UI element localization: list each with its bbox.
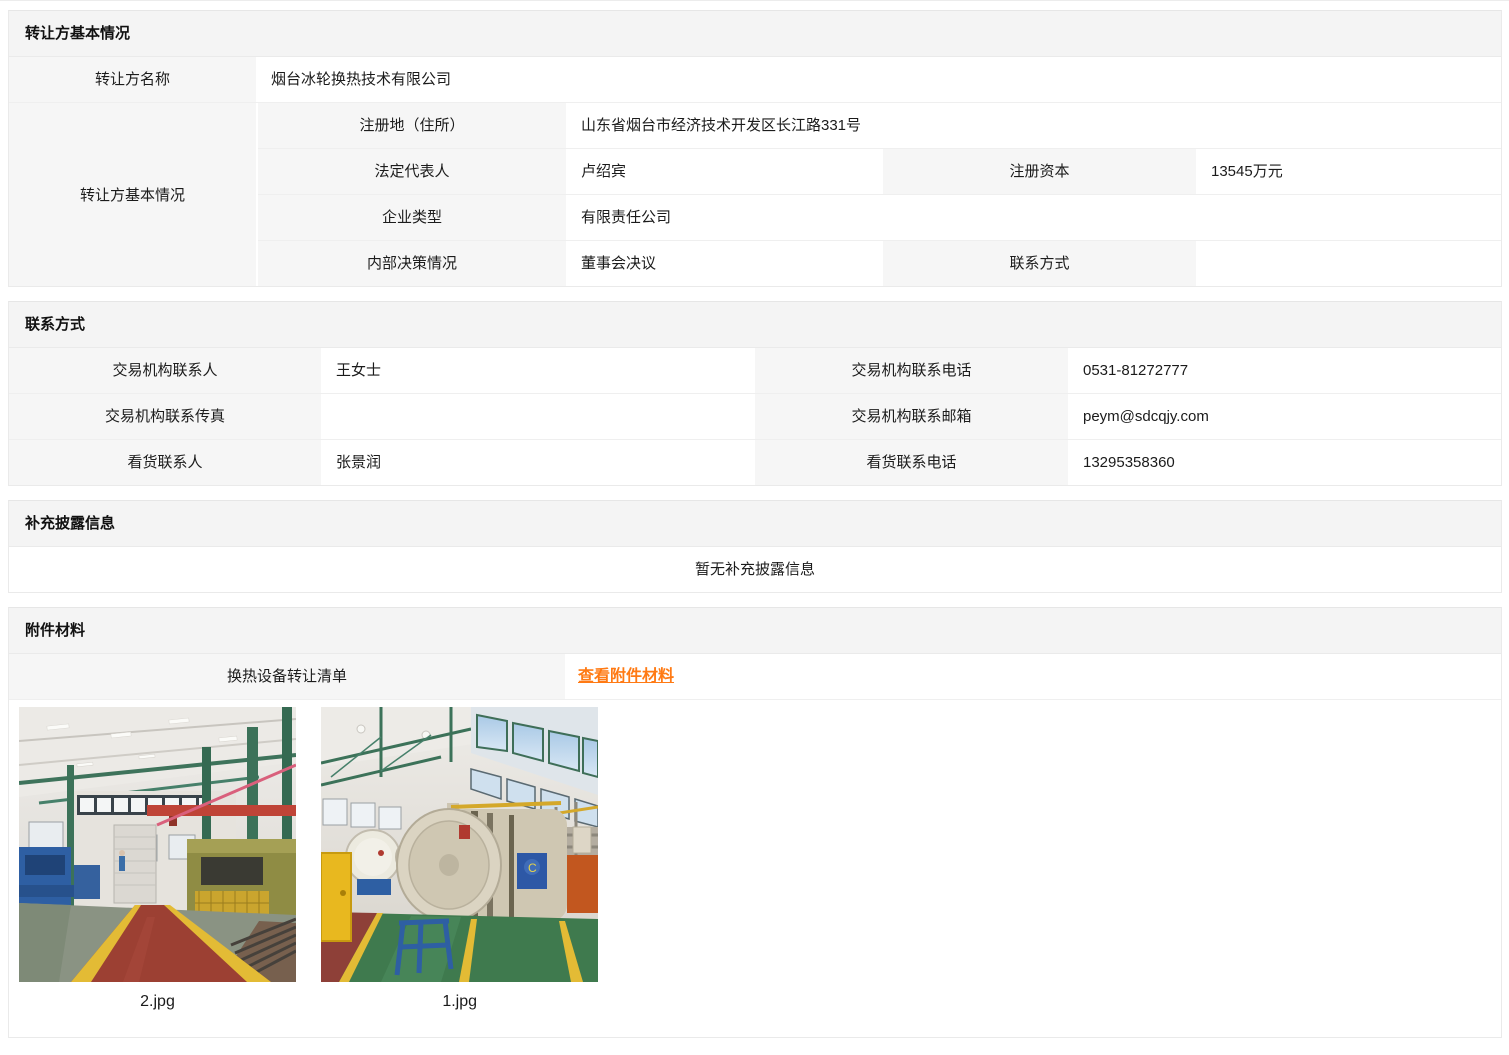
- table-row-legal-rep: 法定代表人 卢绍宾 注册资本 13545万元: [258, 149, 1501, 195]
- section-contact-info: 联系方式 交易机构联系人 王女士 交易机构联系电话 0531-81272777 …: [8, 301, 1502, 486]
- contact-method-label: 联系方式: [881, 241, 1198, 286]
- section-title-supplement: 补充披露信息: [9, 501, 1501, 547]
- supplement-empty-text: 暂无补充披露信息: [9, 547, 1501, 592]
- table-row-transferor-name: 转让方名称 烟台冰轮换热技术有限公司: [9, 57, 1501, 103]
- photo-caption: 2.jpg: [19, 993, 296, 1017]
- transferor-name-label: 转让方名称: [9, 57, 258, 102]
- transferor-name-value: 烟台冰轮换热技术有限公司: [258, 57, 1501, 102]
- section-supplement-disclosure: 补充披露信息 暂无补充披露信息: [8, 500, 1502, 593]
- viewing-contact-label: 看货联系人: [9, 440, 323, 485]
- table-row-reg-address: 注册地（住所） 山东省烟台市经济技术开发区长江路331号: [258, 103, 1501, 149]
- reg-address-label: 注册地（住所）: [258, 103, 568, 148]
- table-row-agency-contact: 交易机构联系人 王女士 交易机构联系电话 0531-81272777: [9, 348, 1501, 394]
- agency-fax-label: 交易机构联系传真: [9, 394, 323, 439]
- legal-rep-value: 卢绍宾: [568, 149, 881, 194]
- reg-capital-label: 注册资本: [881, 149, 1198, 194]
- photo-caption: 1.jpg: [321, 993, 598, 1017]
- reg-capital-value: 13545万元: [1198, 149, 1501, 194]
- attachment-link-cell: 查看附件材料: [567, 654, 1501, 699]
- attachment-item-label: 换热设备转让清单: [9, 654, 567, 699]
- attachment-photo-thumbnail-1jpg[interactable]: C: [321, 707, 598, 982]
- reg-address-value: 山东省烟台市经济技术开发区长江路331号: [568, 103, 1501, 148]
- agency-contact-value: 王女士: [323, 348, 753, 393]
- agency-contact-label: 交易机构联系人: [9, 348, 323, 393]
- transferor-group-label: 转让方基本情况: [9, 103, 258, 286]
- contact-method-value: [1198, 241, 1501, 286]
- section-attachments: 附件材料 换热设备转让清单 查看附件材料: [8, 607, 1502, 1038]
- section-title-contact: 联系方式: [9, 302, 1501, 348]
- decision-value: 董事会决议: [568, 241, 881, 286]
- agency-phone-value: 0531-81272777: [1070, 348, 1501, 393]
- agency-fax-value: [323, 394, 753, 439]
- table-row-attachment-item: 换热设备转让清单 查看附件材料: [9, 654, 1501, 700]
- agency-phone-label: 交易机构联系电话: [753, 348, 1070, 393]
- viewing-phone-label: 看货联系电话: [753, 440, 1070, 485]
- table-row-agency-fax: 交易机构联系传真 交易机构联系邮箱 peym@sdcqjy.com: [9, 394, 1501, 440]
- view-attachment-link[interactable]: 查看附件材料: [578, 668, 674, 685]
- table-row-company-type: 企业类型 有限责任公司: [258, 195, 1501, 241]
- attachment-photo-list: 2.jpg: [9, 700, 1501, 1037]
- decision-label: 内部决策情况: [258, 241, 568, 286]
- table-row-group-basic-info: 转让方基本情况 注册地（住所） 山东省烟台市经济技术开发区长江路331号 法定代…: [9, 103, 1501, 286]
- section-transferor-info: 转让方基本情况 转让方名称 烟台冰轮换热技术有限公司 转让方基本情况 注册地（住…: [8, 10, 1502, 287]
- company-type-value: 有限责任公司: [568, 195, 1501, 240]
- attachment-photo-thumbnail-2jpg[interactable]: [19, 707, 296, 982]
- section-title-transferor: 转让方基本情况: [9, 11, 1501, 57]
- listing-detail-content: 转让方基本情况 转让方名称 烟台冰轮换热技术有限公司 转让方基本情况 注册地（住…: [8, 10, 1502, 1038]
- table-row-decision: 内部决策情况 董事会决议 联系方式: [258, 241, 1501, 286]
- agency-email-value: peym@sdcqjy.com: [1070, 394, 1501, 439]
- legal-rep-label: 法定代表人: [258, 149, 568, 194]
- table-row-viewing-contact: 看货联系人 张景润 看货联系电话 13295358360: [9, 440, 1501, 485]
- company-type-label: 企业类型: [258, 195, 568, 240]
- table-row-supplement-empty: 暂无补充披露信息: [9, 547, 1501, 592]
- page-top-divider: [0, 0, 1509, 1]
- section-title-attachments: 附件材料: [9, 608, 1501, 654]
- agency-email-label: 交易机构联系邮箱: [753, 394, 1070, 439]
- viewing-contact-value: 张景润: [323, 440, 753, 485]
- viewing-phone-value: 13295358360: [1070, 440, 1501, 485]
- attachment-photo-item: C: [321, 707, 598, 1017]
- attachment-photo-item: 2.jpg: [19, 707, 296, 1017]
- svg-text:C: C: [528, 861, 537, 875]
